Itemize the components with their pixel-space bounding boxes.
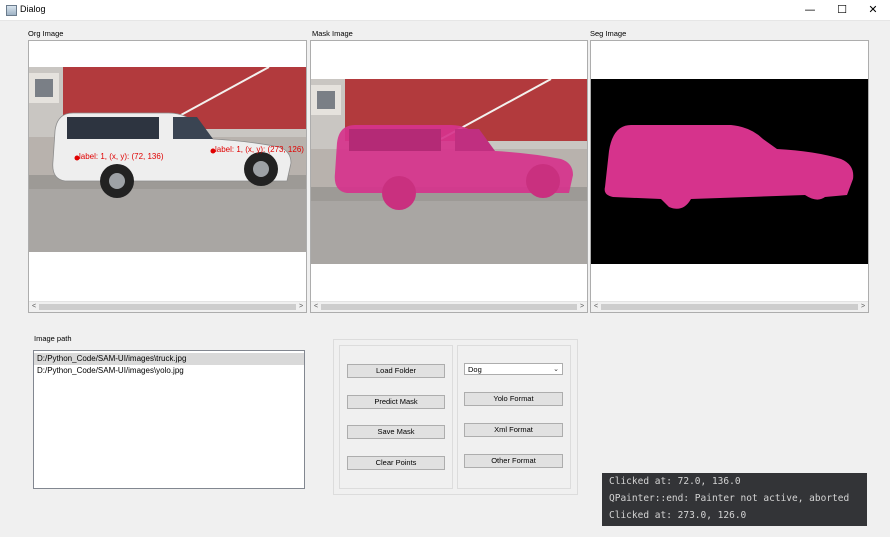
org-image-label: Org Image xyxy=(28,29,64,38)
console-line: Clicked at: 72.0, 136.0 xyxy=(609,476,741,487)
scrollbar-thumb[interactable] xyxy=(321,304,577,310)
clear-points-button[interactable]: Clear Points xyxy=(347,456,445,470)
scroll-left-arrow-icon[interactable]: < xyxy=(311,302,321,312)
scroll-left-arrow-icon[interactable]: < xyxy=(29,302,39,312)
save-mask-button[interactable]: Save Mask xyxy=(347,425,445,439)
predict-mask-button[interactable]: Predict Mask xyxy=(347,395,445,409)
class-select-value: Dog xyxy=(468,365,482,374)
app-icon xyxy=(6,5,17,16)
seg-image[interactable] xyxy=(591,79,868,264)
scrollbar-thumb[interactable] xyxy=(39,304,296,310)
console-output: Clicked at: 72.0, 136.0 QPainter::end: P… xyxy=(602,473,867,526)
mask-image-view[interactable]: < > xyxy=(310,40,588,313)
seg-horizontal-scrollbar[interactable]: < > xyxy=(591,301,868,312)
scroll-right-arrow-icon[interactable]: > xyxy=(577,302,587,312)
xml-format-button[interactable]: Xml Format xyxy=(464,423,563,437)
point-label: label: 1, (x, y): (273, 126) xyxy=(215,145,304,154)
mask-image-label: Mask Image xyxy=(312,29,353,38)
point-label: label: 1, (x, y): (72, 136) xyxy=(79,152,164,161)
window-title: Dialog xyxy=(20,4,46,14)
seg-image-view[interactable]: < > xyxy=(590,40,869,313)
image-path-label: Image path xyxy=(34,334,72,343)
mask-image[interactable] xyxy=(311,79,587,264)
org-image[interactable] xyxy=(29,67,306,252)
other-format-button[interactable]: Other Format xyxy=(464,454,563,468)
list-item[interactable]: D:/Python_Code/SAM-UI/images\yolo.jpg xyxy=(34,365,304,377)
chevron-down-icon: ⌄ xyxy=(553,366,559,373)
org-horizontal-scrollbar[interactable]: < > xyxy=(29,301,306,312)
list-item[interactable]: D:/Python_Code/SAM-UI/images\truck.jpg xyxy=(34,353,304,365)
scroll-left-arrow-icon[interactable]: < xyxy=(591,302,601,312)
maximize-button[interactable]: ☐ xyxy=(826,0,858,20)
scrollbar-thumb[interactable] xyxy=(601,304,858,310)
scroll-right-arrow-icon[interactable]: > xyxy=(858,302,868,312)
image-path-list[interactable]: D:/Python_Code/SAM-UI/images\truck.jpg D… xyxy=(33,350,305,489)
load-folder-button[interactable]: Load Folder xyxy=(347,364,445,378)
minimize-button[interactable]: — xyxy=(794,0,826,20)
yolo-format-button[interactable]: Yolo Format xyxy=(464,392,563,406)
seg-image-label: Seg Image xyxy=(590,29,627,38)
mask-horizontal-scrollbar[interactable]: < > xyxy=(311,301,587,312)
console-line: Clicked at: 273.0, 126.0 xyxy=(609,510,747,521)
org-image-view[interactable]: label: 1, (x, y): (72, 136) label: 1, (x… xyxy=(28,40,307,313)
scroll-right-arrow-icon[interactable]: > xyxy=(296,302,306,312)
close-button[interactable]: ✕ xyxy=(857,0,889,20)
class-select[interactable]: Dog ⌄ xyxy=(464,363,563,375)
console-line: QPainter::end: Painter not active, abort… xyxy=(609,493,850,504)
title-bar xyxy=(0,0,890,21)
